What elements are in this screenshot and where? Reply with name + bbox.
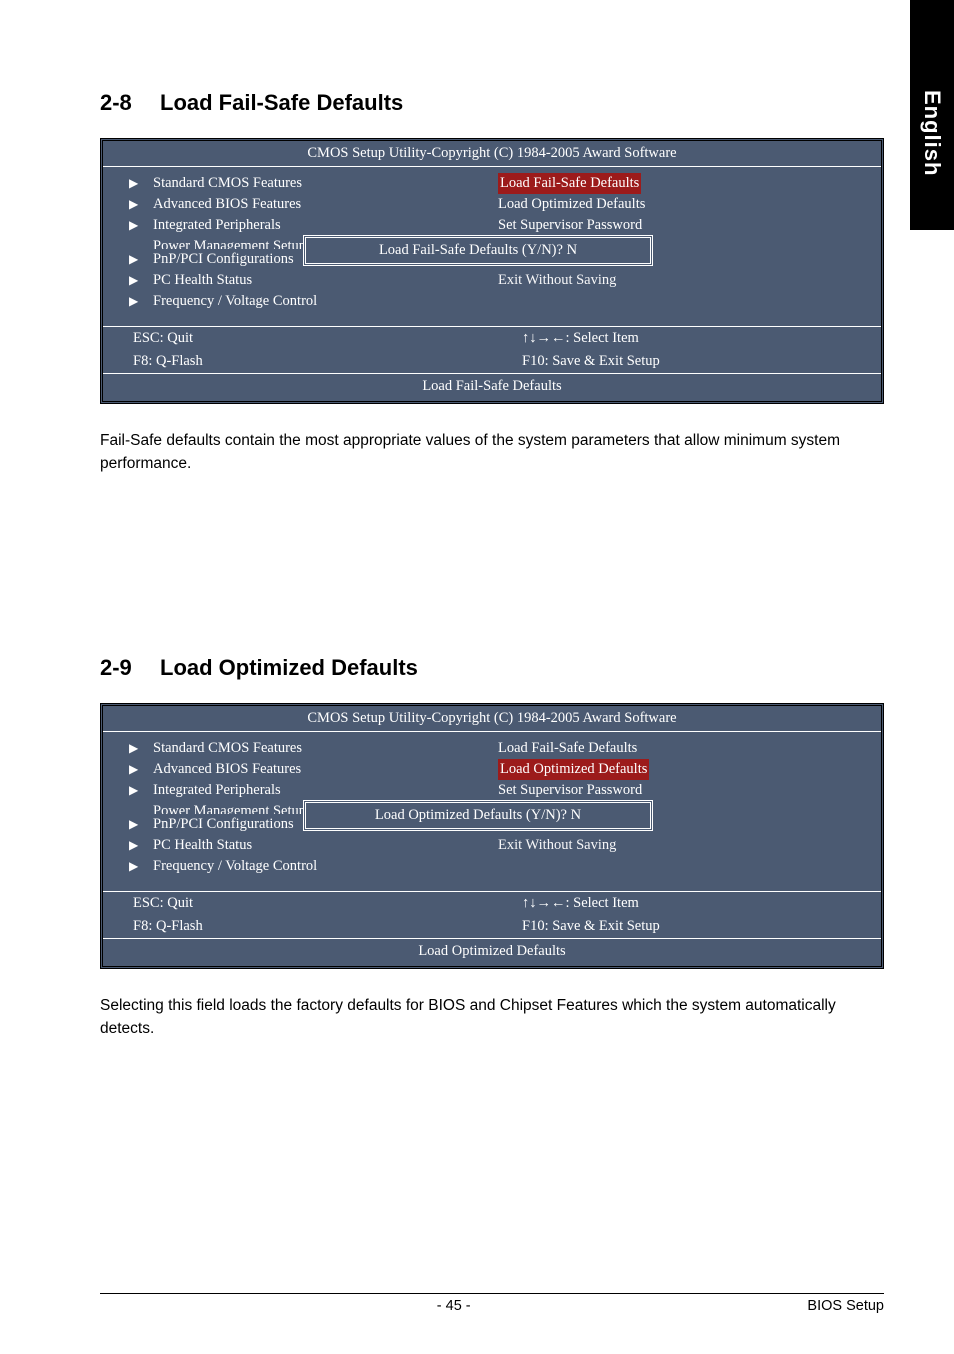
hint-esc: ESC: Quit	[103, 327, 492, 350]
bios-footer-hints2: F8: Q-Flash F10: Save & Exit Setup	[103, 350, 881, 373]
bios-title: CMOS Setup Utility-Copyright (C) 1984-20…	[103, 706, 881, 731]
bios-title: CMOS Setup Utility-Copyright (C) 1984-20…	[103, 141, 881, 166]
menu-label: Exit Without Saving	[498, 272, 616, 288]
menu-item-advanced-bios[interactable]: ▶Advanced BIOS Features	[153, 194, 474, 215]
menu-arrow-icon: ▶	[129, 782, 138, 799]
confirm-dialog-text: Load Fail-Safe Defaults (Y/N)? N	[379, 242, 577, 258]
menu-arrow-icon: ▶	[129, 740, 138, 757]
menu-item-integrated-peripherals[interactable]: ▶Integrated Peripherals	[153, 215, 474, 236]
bios-footer-status: Load Fail-Safe Defaults	[103, 374, 881, 401]
bios-footer-hints2: F8: Q-Flash F10: Save & Exit Setup	[103, 915, 881, 938]
confirm-dialog[interactable]: Load Fail-Safe Defaults (Y/N)? N	[303, 235, 653, 266]
hint-arrows: ↑↓→←: Select Item	[492, 892, 881, 915]
menu-item-load-failsafe[interactable]: Load Fail-Safe Defaults	[498, 173, 863, 194]
menu-item-frequency-voltage[interactable]: ▶Frequency / Voltage Control	[153, 856, 474, 877]
menu-label: Set Supervisor Password	[498, 782, 642, 798]
footer-section: BIOS Setup	[807, 1298, 884, 1314]
menu-arrow-icon: ▶	[129, 816, 138, 833]
menu-arrow-icon: ▶	[129, 272, 138, 289]
menu-label: Set Supervisor Password	[498, 217, 642, 233]
bios-menu-columns: ▶Standard CMOS Features ▶Advanced BIOS F…	[103, 732, 881, 891]
section-heading-28: 2-8Load Fail-Safe Defaults	[100, 90, 884, 116]
menu-item-load-optimized[interactable]: Load Optimized Defaults	[498, 194, 863, 215]
hint-arrows: ↑↓→←: Select Item	[492, 327, 881, 350]
section-num-29: 2-9	[100, 655, 160, 681]
menu-item-exit-no-save[interactable]: Exit Without Saving	[498, 270, 863, 291]
menu-label: Advanced BIOS Features	[153, 761, 301, 777]
menu-item-exit-no-save[interactable]: Exit Without Saving	[498, 835, 863, 856]
menu-arrow-icon: ▶	[129, 858, 138, 875]
menu-item-pc-health[interactable]: ▶PC Health Status	[153, 270, 474, 291]
bios-footer-hints: ESC: Quit ↑↓→←: Select Item	[103, 327, 881, 350]
menu-item-pc-health[interactable]: ▶PC Health Status	[153, 835, 474, 856]
hint-f8: F8: Q-Flash	[103, 350, 492, 373]
confirm-dialog[interactable]: Load Optimized Defaults (Y/N)? N	[303, 800, 653, 831]
menu-item-standard-cmos[interactable]: ▶Standard CMOS Features	[153, 173, 474, 194]
bios-box-failsafe: CMOS Setup Utility-Copyright (C) 1984-20…	[100, 138, 884, 404]
menu-label: Standard CMOS Features	[153, 740, 302, 756]
section-body-28: Fail-Safe defaults contain the most appr…	[100, 430, 884, 475]
menu-item-supervisor-pw[interactable]: Set Supervisor Password	[498, 215, 863, 236]
hint-esc: ESC: Quit	[103, 892, 492, 915]
section-title-29: Load Optimized Defaults	[160, 655, 418, 680]
bios-box-optimized: CMOS Setup Utility-Copyright (C) 1984-20…	[100, 703, 884, 969]
section-num-28: 2-8	[100, 90, 160, 116]
page-number: - 45 -	[437, 1298, 471, 1314]
menu-item-load-optimized[interactable]: Load Optimized Defaults	[498, 759, 863, 780]
menu-label: Exit Without Saving	[498, 837, 616, 853]
menu-item-advanced-bios[interactable]: ▶Advanced BIOS Features	[153, 759, 474, 780]
section-body-29: Selecting this field loads the factory d…	[100, 995, 884, 1040]
menu-arrow-icon: ▶	[129, 293, 138, 310]
menu-item-load-failsafe[interactable]: Load Fail-Safe Defaults	[498, 738, 863, 759]
section-heading-29: 2-9Load Optimized Defaults	[100, 655, 884, 681]
hint-f10: F10: Save & Exit Setup	[492, 350, 881, 373]
page-footer: - 45 - BIOS Setup	[100, 1293, 884, 1314]
menu-label: Integrated Peripherals	[153, 217, 281, 233]
section-title-28: Load Fail-Safe Defaults	[160, 90, 403, 115]
menu-label: Integrated Peripherals	[153, 782, 281, 798]
menu-arrow-icon: ▶	[129, 196, 138, 213]
menu-item-frequency-voltage[interactable]: ▶Frequency / Voltage Control	[153, 291, 474, 312]
menu-arrow-icon: ▶	[129, 761, 138, 778]
menu-label: PnP/PCI Configurations	[153, 251, 294, 267]
menu-item-supervisor-pw[interactable]: Set Supervisor Password	[498, 780, 863, 801]
menu-label: Frequency / Voltage Control	[153, 293, 317, 309]
menu-label: PC Health Status	[153, 272, 252, 288]
menu-label: Power Management Setup	[153, 803, 306, 814]
menu-label: Standard CMOS Features	[153, 175, 302, 191]
menu-label: PnP/PCI Configurations	[153, 816, 294, 832]
menu-arrow-icon: ▶	[129, 251, 138, 268]
menu-arrow-icon: ▶	[129, 175, 138, 192]
menu-label: Power Management Setup	[153, 238, 306, 249]
confirm-dialog-text: Load Optimized Defaults (Y/N)? N	[375, 807, 581, 823]
menu-label: Advanced BIOS Features	[153, 196, 301, 212]
menu-label: Load Optimized Defaults	[498, 196, 645, 212]
bios-menu-columns: ▶Standard CMOS Features ▶Advanced BIOS F…	[103, 167, 881, 326]
menu-label: Load Fail-Safe Defaults	[498, 740, 637, 756]
bios-footer-hints: ESC: Quit ↑↓→←: Select Item	[103, 892, 881, 915]
menu-arrow-icon: ▶	[129, 217, 138, 234]
menu-label-highlighted: Load Fail-Safe Defaults	[498, 173, 641, 194]
menu-label: PC Health Status	[153, 837, 252, 853]
hint-f10: F10: Save & Exit Setup	[492, 915, 881, 938]
menu-label-highlighted: Load Optimized Defaults	[498, 759, 649, 780]
hint-f8: F8: Q-Flash	[103, 915, 492, 938]
menu-arrow-icon: ▶	[129, 837, 138, 854]
language-tab-label: English	[919, 90, 945, 176]
language-tab: English	[910, 0, 954, 230]
bios-footer-status: Load Optimized Defaults	[103, 939, 881, 966]
menu-label: Frequency / Voltage Control	[153, 858, 317, 874]
menu-item-integrated-peripherals[interactable]: ▶Integrated Peripherals	[153, 780, 474, 801]
menu-item-standard-cmos[interactable]: ▶Standard CMOS Features	[153, 738, 474, 759]
